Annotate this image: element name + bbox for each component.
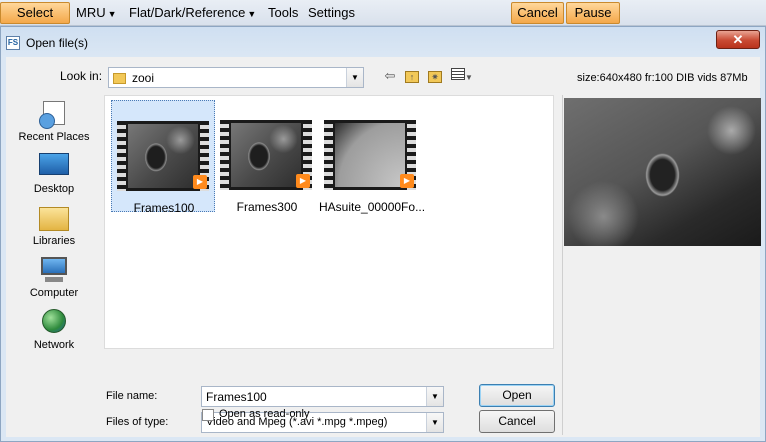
place-network[interactable]: Network (8, 307, 100, 351)
place-desktop[interactable]: Desktop (8, 151, 100, 195)
video-thumbnail: ▶ (324, 120, 416, 190)
file-name-text: Frames100 (133, 201, 195, 215)
preview-image (564, 98, 761, 246)
video-thumbnail: ▶ (117, 121, 209, 191)
app-toolbar: Select MRU ▼ Flat/Dark/Reference ▼ Tools S… (0, 0, 766, 26)
file-item-hasuite[interactable]: ▶ HAsuite_00000Fo... (319, 100, 426, 214)
toolbar-cancel-label: Cancel (517, 5, 558, 20)
cancel-button-label: Cancel (498, 414, 536, 428)
settings-menu-label: Settings (308, 5, 355, 20)
flat-dark-reference-label: Flat/Dark/Reference (129, 5, 246, 20)
folder-icon (113, 73, 126, 84)
file-item-frames300[interactable]: ▶ Frames300 (215, 100, 319, 214)
look-in-combo[interactable]: zooi ▼ (108, 67, 364, 88)
file-name-combo[interactable]: Frames100 ▼ (201, 386, 444, 407)
look-in-label: Look in: (60, 69, 103, 83)
open-button[interactable]: Open (479, 384, 555, 407)
mru-menu-label: MRU (76, 5, 106, 20)
network-icon (37, 307, 71, 337)
cancel-button[interactable]: Cancel (479, 410, 555, 433)
chevron-down-icon: ▼ (247, 9, 257, 19)
chevron-down-icon[interactable]: ▼ (346, 68, 363, 87)
look-in-value: zooi (132, 71, 155, 85)
video-thumbnail: ▶ (220, 120, 312, 190)
libraries-icon (37, 203, 71, 233)
place-libraries[interactable]: Libraries (8, 203, 100, 247)
chevron-down-icon: ▼ (107, 9, 117, 19)
select-button[interactable]: Select (0, 2, 70, 24)
close-button[interactable]: ✕ (716, 30, 760, 49)
place-label: Computer (29, 287, 79, 299)
select-button-label: Select (16, 5, 54, 20)
file-size-info: size:640x480 fr:100 DIB vids 87Mb (577, 72, 748, 84)
dialog-title: Open file(s) (26, 36, 89, 50)
recent-places-icon (37, 99, 71, 129)
place-computer[interactable]: Computer (8, 255, 100, 299)
preview-pane (562, 95, 761, 435)
file-item-frames100[interactable]: ▶ Frames100 (111, 100, 215, 215)
place-label: Recent Places (18, 131, 90, 143)
chevron-down-icon[interactable]: ▼ (426, 413, 443, 432)
file-name-input[interactable]: Frames100 (206, 390, 267, 404)
file-name-text: HAsuite_00000Fo... (319, 200, 426, 214)
open-button-label: Open (502, 388, 532, 402)
close-icon: ✕ (732, 32, 744, 47)
pause-button[interactable]: Pause (566, 2, 620, 24)
file-name-label: File name: (106, 390, 158, 402)
tools-menu[interactable]: Tools (264, 3, 302, 23)
dialog-titlebar: FS Open file(s) ✕ (1, 27, 765, 57)
place-label: Network (33, 339, 75, 351)
back-arrow-icon[interactable]: ⇦ (382, 68, 398, 84)
mru-menu[interactable]: MRU ▼ (72, 3, 121, 23)
file-type-label: Files of type: (106, 416, 169, 428)
place-label: Desktop (33, 183, 75, 195)
file-list[interactable]: ▶ Frames100 ▶ Frames300 ▶ HAsuite_00000F… (104, 95, 554, 349)
read-only-label: Open as read-only (219, 408, 310, 420)
open-file-dialog: FS Open file(s) ✕ Look in: zooi ▼ ⇦ ↑ ✷ … (0, 26, 766, 442)
desktop-icon (37, 151, 71, 181)
chevron-down-icon[interactable]: ▼ (426, 387, 443, 406)
place-label: Libraries (32, 235, 76, 247)
read-only-checkbox[interactable] (202, 409, 214, 421)
app-logo-icon: FS (6, 36, 20, 50)
dialog-client: Look in: zooi ▼ ⇦ ↑ ✷ ▼ size:640x480 fr:… (6, 57, 761, 437)
flat-dark-reference-menu[interactable]: Flat/Dark/Reference ▼ (125, 3, 260, 23)
file-name-text: Frames300 (236, 200, 298, 214)
play-icon: ▶ (296, 174, 310, 188)
place-recent-places[interactable]: Recent Places (8, 99, 100, 143)
toolbar-cancel-button[interactable]: Cancel (511, 2, 564, 24)
view-menu-icon[interactable]: ▼ (449, 68, 475, 84)
play-icon: ▶ (193, 175, 207, 189)
up-folder-icon[interactable]: ↑ (404, 68, 420, 84)
pause-button-label: Pause (574, 5, 612, 20)
new-folder-icon[interactable]: ✷ (427, 68, 443, 84)
tools-menu-label: Tools (268, 5, 299, 20)
play-icon: ▶ (400, 174, 414, 188)
settings-menu[interactable]: Settings (304, 3, 359, 23)
computer-icon (37, 255, 71, 285)
